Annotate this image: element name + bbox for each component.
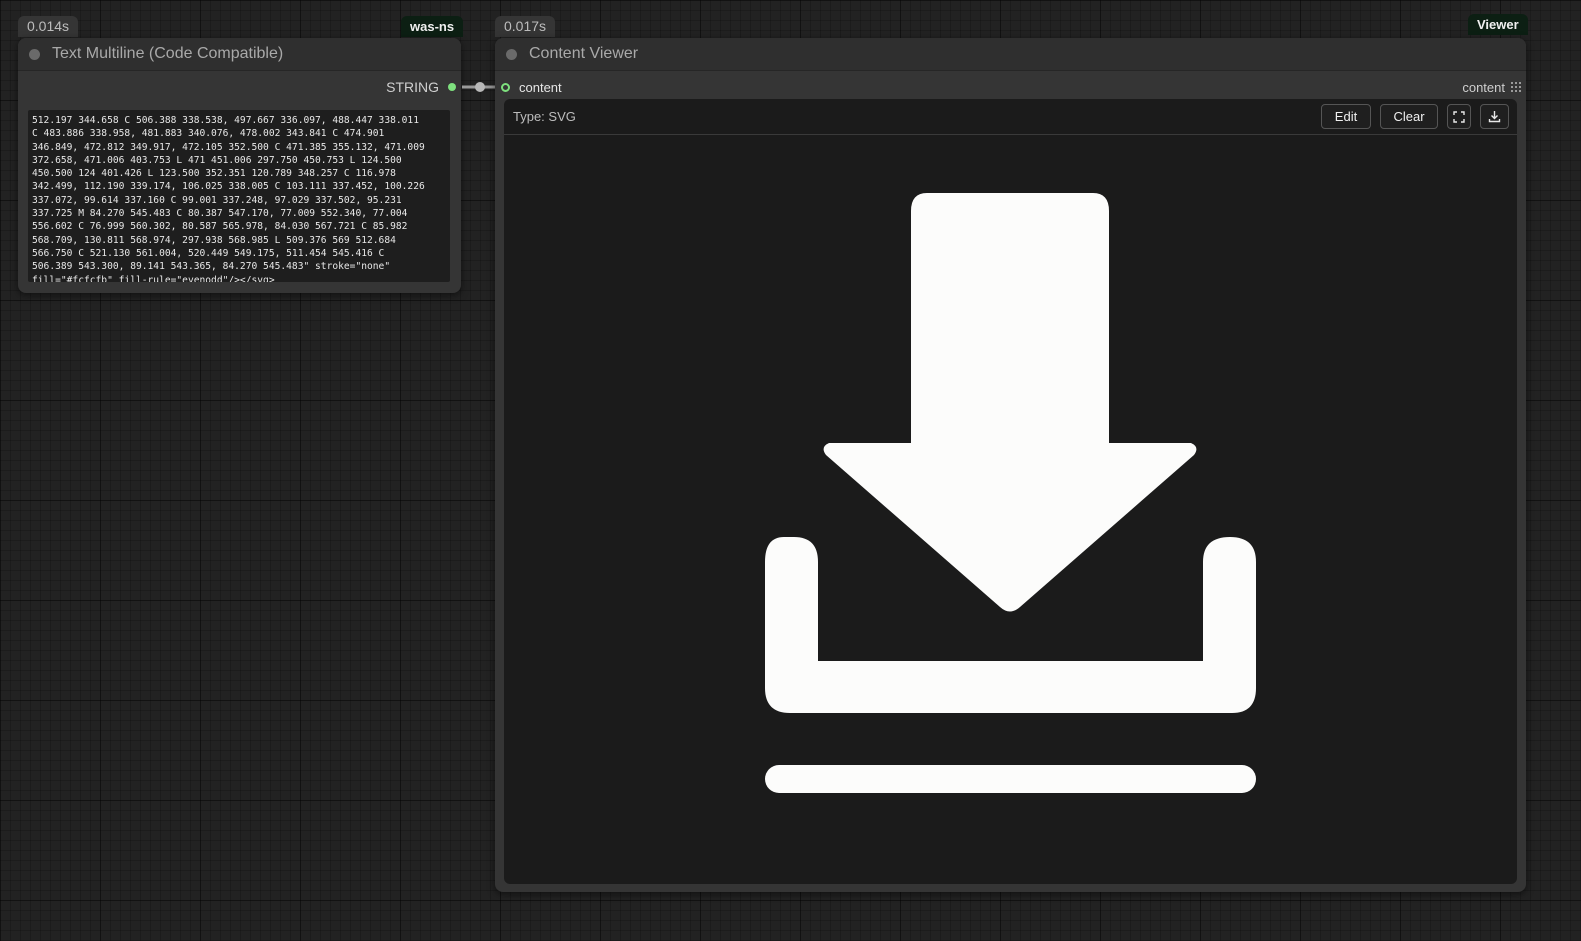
fullscreen-icon [1453,110,1465,123]
download-icon [1488,111,1501,123]
content-widget-label: content [1462,79,1505,95]
download-tray-icon [765,193,1256,793]
content-input-label: content [519,79,562,95]
clear-button[interactable]: Clear [1380,104,1438,129]
text-multiline-node[interactable]: Text Multiline (Code Compatible) STRING … [18,38,461,293]
text-node-timing-badge: 0.014s [18,16,79,37]
content-widget-label-row: content [1462,77,1521,97]
fullscreen-button[interactable] [1447,104,1471,129]
input-slot-dot-icon[interactable] [501,82,510,92]
viewer-node-timing-badge: 0.017s [495,16,556,37]
content-type-label: Type: SVG [513,109,576,124]
content-viewer-panel: Type: SVG Edit Clear [504,99,1517,884]
viewer-node-title: Content Viewer [529,45,639,62]
collapse-dot-icon[interactable] [506,48,517,60]
content-viewer-node[interactable]: Content Viewer content content Type: SVG… [495,38,1526,892]
content-input-slot[interactable]: content [501,77,562,97]
collapse-dot-icon[interactable] [29,48,40,60]
viewer-toolbar: Type: SVG Edit Clear [504,99,1517,135]
string-output-slot[interactable]: STRING [386,77,456,97]
text-node-title: Text Multiline (Code Compatible) [52,45,284,62]
text-node-source-badge: was-ns [401,16,464,37]
viewer-node-header[interactable]: Content Viewer [495,38,1526,71]
drag-grid-icon[interactable] [1511,82,1521,92]
string-output-label: STRING [386,79,439,95]
code-textarea[interactable]: 512.197 344.658 C 506.388 338.538, 497.6… [28,110,450,282]
text-node-header[interactable]: Text Multiline (Code Compatible) [18,38,461,71]
viewer-node-source-badge: Viewer [1468,14,1528,35]
output-slot-dot-icon[interactable] [448,83,456,91]
edit-button[interactable]: Edit [1321,104,1371,129]
download-button[interactable] [1480,104,1509,129]
